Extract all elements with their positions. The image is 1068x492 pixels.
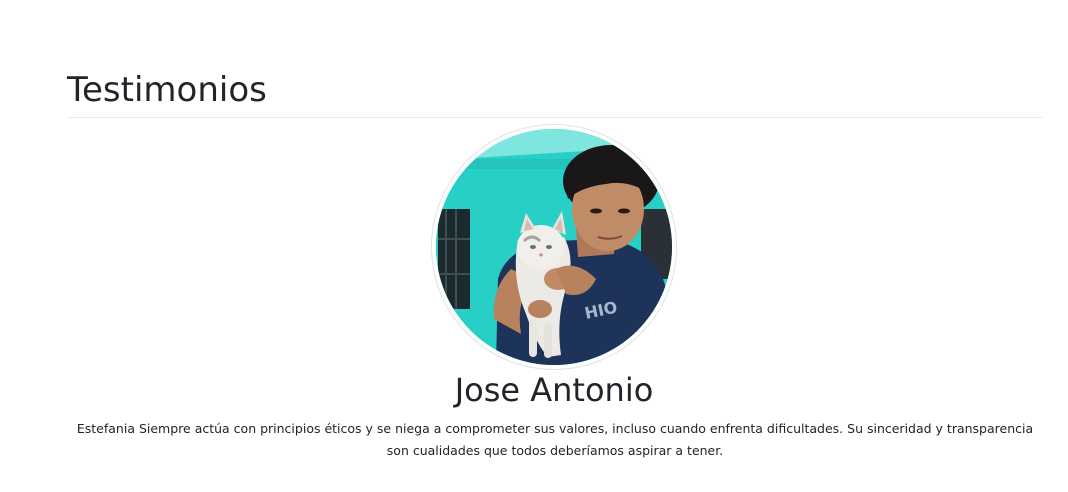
section-title: Testimonios <box>67 70 267 110</box>
avatar-photo-icon: HIO <box>436 129 672 365</box>
section-divider <box>67 117 1043 118</box>
avatar: HIO <box>432 125 676 369</box>
testimonial-name: Jose Antonio <box>454 371 654 409</box>
testimonials-section: Testimonios HIO Jose Antonio Estefania S… <box>0 0 1068 492</box>
testimonial-text: Estefania Siempre actúa con principios é… <box>76 421 1034 458</box>
